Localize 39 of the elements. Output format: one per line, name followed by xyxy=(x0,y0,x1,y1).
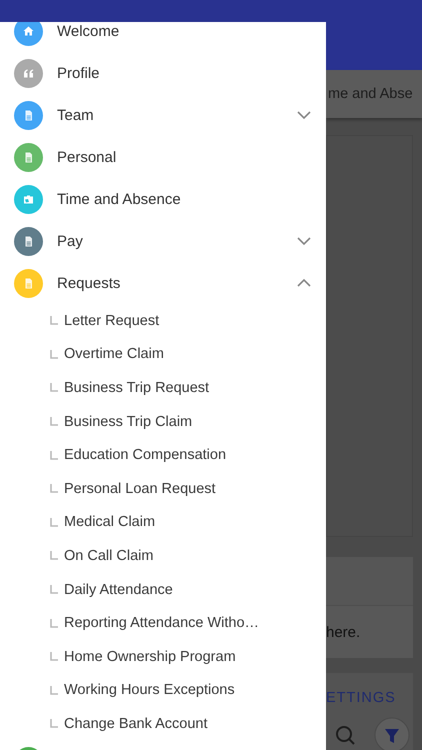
branch-icon xyxy=(50,484,58,494)
menu-item[interactable]: Profile xyxy=(57,64,326,82)
search-icon[interactable] xyxy=(334,724,356,746)
menu-item[interactable]: Time and Absence xyxy=(57,190,326,208)
filter-button[interactable] xyxy=(374,717,410,750)
submenu-item[interactable]: Reporting Attendance Witho… xyxy=(64,615,260,632)
submenu-item[interactable]: Working Hours Exceptions xyxy=(64,682,235,698)
chevron-up-icon[interactable] xyxy=(297,278,311,288)
submenu-item[interactable]: Overtime Claim xyxy=(64,346,164,362)
branch-icon xyxy=(50,350,58,359)
branch-icon xyxy=(50,417,58,426)
submenu-item[interactable]: Personal Loan Request xyxy=(64,480,216,497)
message-text: here. xyxy=(326,624,360,640)
menu-item[interactable]: Personal xyxy=(57,148,326,166)
menu-item[interactable]: Welcome xyxy=(57,22,326,40)
submenu-item[interactable]: Business Trip Request xyxy=(64,380,210,396)
branch-icon xyxy=(50,450,58,460)
branch-icon xyxy=(50,618,58,628)
branch-icon xyxy=(50,518,58,527)
branch-icon xyxy=(50,585,58,594)
submenu-item[interactable]: Education Compensation xyxy=(64,447,226,464)
submenu-item[interactable]: Change Bank Account xyxy=(64,716,208,732)
branch-icon xyxy=(50,383,58,392)
menu-item[interactable]: Team xyxy=(57,106,297,124)
menu-item[interactable]: Pay xyxy=(57,232,297,250)
submenu-item[interactable]: On Call Claim xyxy=(64,548,154,564)
menu-item[interactable]: Requests xyxy=(57,274,297,292)
branch-icon xyxy=(50,719,58,728)
branch-icon xyxy=(50,652,58,662)
chevron-down-icon[interactable] xyxy=(297,110,311,120)
branch-icon xyxy=(50,316,58,326)
submenu-item[interactable]: Letter Request xyxy=(64,312,160,329)
submenu-item[interactable]: Business Trip Claim xyxy=(64,414,192,430)
branch-icon xyxy=(50,551,58,560)
submenu-item[interactable]: Home Ownership Program xyxy=(64,648,236,665)
submenu-item[interactable]: Medical Claim xyxy=(64,514,156,530)
chevron-down-icon[interactable] xyxy=(297,236,311,246)
branch-icon xyxy=(50,686,58,695)
submenu-item[interactable]: Daily Attendance xyxy=(64,582,173,598)
